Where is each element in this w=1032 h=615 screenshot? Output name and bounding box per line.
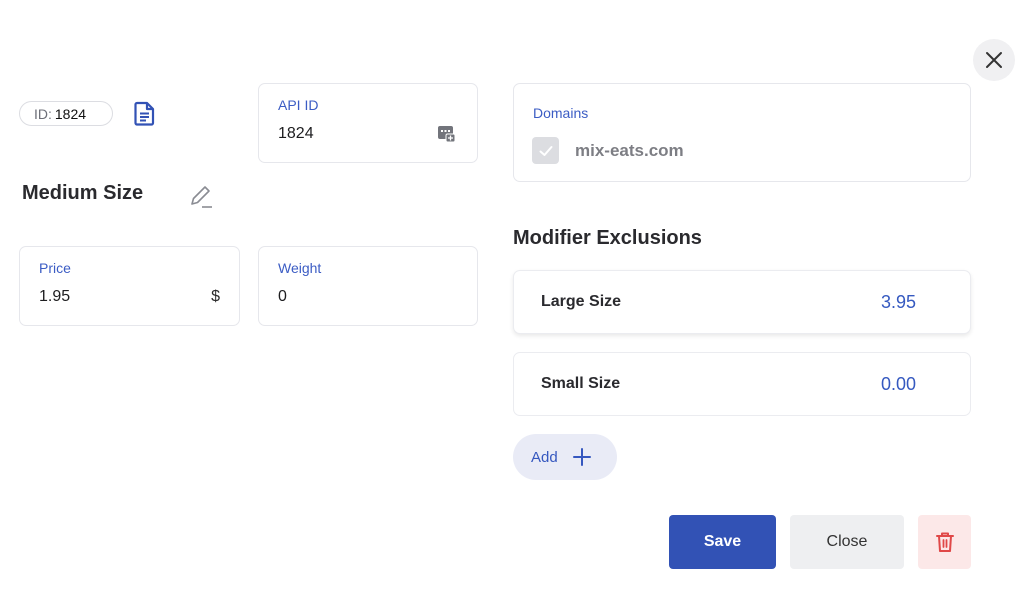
api-id-value: 1824 <box>278 125 314 142</box>
save-button[interactable]: Save <box>669 515 776 569</box>
exclusion-name: Large Size <box>541 293 622 310</box>
exclusion-item-large-size[interactable]: Large Size 3.95 <box>513 270 971 334</box>
currency-symbol: $ <box>211 288 220 305</box>
domain-checkbox[interactable] <box>532 137 559 164</box>
document-icon[interactable] <box>134 101 156 126</box>
domain-item: mix-eats.com <box>532 137 684 164</box>
api-id-field[interactable]: API ID 1824 <box>258 83 478 163</box>
id-badge: ID: 1824 <box>19 101 113 126</box>
modifier-exclusions-title: Modifier Exclusions <box>513 227 702 249</box>
domain-name: mix-eats.com <box>575 140 684 160</box>
id-badge-label: ID: <box>34 105 52 122</box>
domains-panel: Domains mix-eats.com <box>513 83 971 182</box>
close-button[interactable]: Close <box>790 515 904 569</box>
exclusion-price: 3.95 <box>880 291 916 312</box>
domains-label: Domains <box>533 105 589 121</box>
close-icon <box>986 52 1002 68</box>
close-dialog-button[interactable] <box>973 39 1015 81</box>
weight-label: Weight <box>278 260 322 276</box>
price-value: 1.95 <box>39 288 71 305</box>
weight-field[interactable]: Weight 0 <box>258 246 478 326</box>
exclusion-price: 0.00 <box>880 373 916 394</box>
price-label: Price <box>39 260 71 276</box>
add-exclusion-button[interactable]: Add <box>513 434 617 480</box>
price-field[interactable]: Price 1.95 $ <box>19 246 240 326</box>
item-name: Medium Size <box>22 182 144 204</box>
delete-button[interactable] <box>918 515 971 569</box>
exclusion-name: Small Size <box>541 375 621 392</box>
api-id-icon[interactable] <box>437 124 456 144</box>
add-label: Add <box>531 448 558 466</box>
exclusion-item-small-size[interactable]: Small Size 0.00 <box>513 352 971 416</box>
id-badge-value: 1824 <box>54 105 87 122</box>
edit-modifier-dialog: ID: 1824 Medium Size API ID 1824 Price 1… <box>0 0 1032 615</box>
weight-value: 0 <box>278 288 287 305</box>
api-id-label: API ID <box>278 97 319 113</box>
plus-icon <box>572 448 591 466</box>
trash-icon <box>935 532 954 552</box>
check-icon <box>539 145 552 156</box>
pencil-icon[interactable] <box>188 183 214 209</box>
